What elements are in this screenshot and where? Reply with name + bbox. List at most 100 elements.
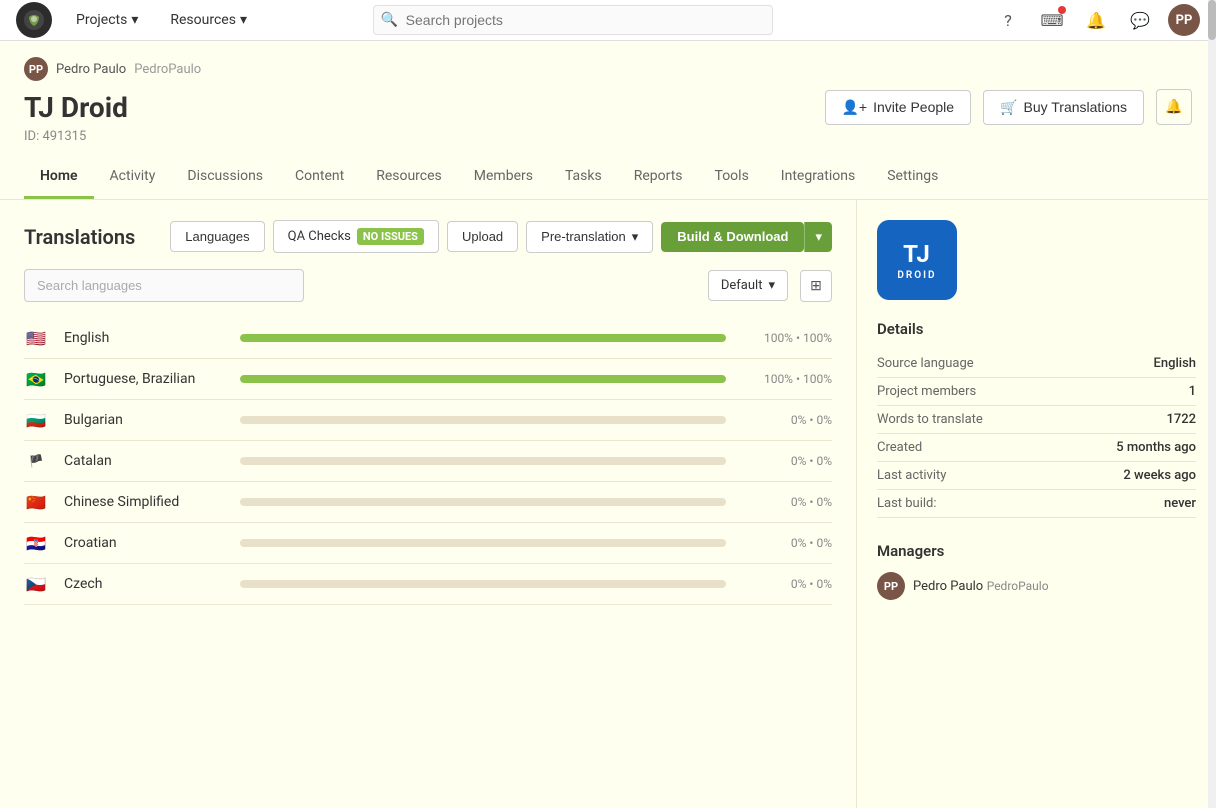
project-title: TJ Droid bbox=[24, 91, 128, 124]
languages-button[interactable]: Languages bbox=[170, 221, 264, 252]
user-name: Pedro Paulo bbox=[56, 62, 126, 77]
language-row-czech: 🇨🇿 Czech 0% • 0% bbox=[24, 564, 832, 605]
invite-label: Invite People bbox=[873, 99, 954, 115]
upload-button[interactable]: Upload bbox=[447, 221, 518, 252]
manager-name: Pedro Paulo bbox=[913, 579, 983, 594]
chat-icon[interactable]: 💬 bbox=[1124, 4, 1156, 36]
bulgarian-progress-bar bbox=[240, 416, 726, 424]
bulgarian-progress-text: 0% • 0% bbox=[742, 413, 832, 427]
source-language-label: Source language bbox=[877, 356, 974, 371]
language-controls: Default ▾ ⊞ bbox=[24, 269, 832, 302]
resources-label: Resources bbox=[170, 12, 236, 28]
sort-dropdown[interactable]: Default ▾ bbox=[708, 270, 788, 301]
last-build-value: never bbox=[1164, 496, 1196, 511]
main-content: Translations Languages QA Checks NO ISSU… bbox=[0, 200, 1216, 808]
top-navigation: Projects ▾ Resources ▾ 🔍 ? ⌨ 🔔 💬 PP bbox=[0, 0, 1216, 41]
detail-project-members: Project members 1 bbox=[877, 378, 1196, 406]
language-row-english: 🇺🇸 English 100% • 100% bbox=[24, 318, 832, 359]
project-header: PP Pedro Paulo PedroPaulo TJ Droid 👤+ In… bbox=[0, 41, 1216, 200]
detail-source-language: Source language English bbox=[877, 350, 1196, 378]
language-list: 🇺🇸 English 100% • 100% 🇧🇷 Portuguese, Br… bbox=[24, 318, 832, 605]
details-section: Details Source language English Project … bbox=[877, 320, 1196, 518]
words-value: 1722 bbox=[1166, 412, 1196, 427]
tab-activity[interactable]: Activity bbox=[94, 156, 172, 199]
managers-section: Managers PP Pedro Paulo PedroPaulo bbox=[877, 542, 1196, 600]
pretranslation-button[interactable]: Pre-translation ▾ bbox=[526, 221, 653, 253]
grid-view-icon: ⊞ bbox=[810, 278, 822, 294]
language-row-chinese-simplified: 🇨🇳 Chinese Simplified 0% • 0% bbox=[24, 482, 832, 523]
invite-people-button[interactable]: 👤+ Invite People bbox=[825, 90, 972, 125]
left-panel: Translations Languages QA Checks NO ISSU… bbox=[0, 200, 856, 808]
scrollbar-thumb[interactable] bbox=[1208, 0, 1216, 40]
manager-avatar: PP bbox=[877, 572, 905, 600]
tab-resources[interactable]: Resources bbox=[360, 156, 458, 199]
language-row-portuguese: 🇧🇷 Portuguese, Brazilian 100% • 100% bbox=[24, 359, 832, 400]
search-languages-input[interactable] bbox=[24, 269, 304, 302]
last-activity-value: 2 weeks ago bbox=[1123, 468, 1196, 483]
build-download-button[interactable]: Build & Download bbox=[661, 222, 804, 252]
user-avatar[interactable]: PP bbox=[1168, 4, 1200, 36]
created-value: 5 months ago bbox=[1116, 440, 1196, 455]
manager-handle: PedroPaulo bbox=[987, 579, 1049, 593]
help-icon[interactable]: ? bbox=[992, 4, 1024, 36]
project-members-value: 1 bbox=[1189, 384, 1196, 399]
project-logo: TJ DROID bbox=[877, 220, 957, 300]
translations-title: Translations bbox=[24, 225, 135, 249]
scrollbar[interactable] bbox=[1208, 0, 1216, 808]
project-title-row: TJ Droid 👤+ Invite People 🛒 Buy Translat… bbox=[24, 89, 1192, 125]
right-panel: TJ DROID Details Source language English… bbox=[856, 200, 1216, 808]
buy-translations-button[interactable]: 🛒 Buy Translations bbox=[983, 90, 1144, 125]
english-flag-icon: 🇺🇸 bbox=[24, 330, 48, 346]
buy-label: Buy Translations bbox=[1024, 99, 1128, 115]
view-toggle-button[interactable]: ⊞ bbox=[800, 270, 832, 302]
czech-progress-text: 0% • 0% bbox=[742, 577, 832, 591]
qa-label: QA Checks bbox=[288, 229, 351, 244]
language-row-catalan: 🏴 Catalan 0% • 0% bbox=[24, 441, 832, 482]
user-handle: PedroPaulo bbox=[134, 62, 201, 77]
chinese-simplified-flag-icon: 🇨🇳 bbox=[24, 494, 48, 510]
managers-title: Managers bbox=[877, 542, 1196, 560]
logo-tj: TJ bbox=[903, 240, 931, 268]
chinese-simplified-progress-bar bbox=[240, 498, 726, 506]
tab-members[interactable]: Members bbox=[458, 156, 549, 199]
pretranslation-chevron-icon: ▾ bbox=[632, 229, 639, 245]
header-bell-icon[interactable]: 🔔 bbox=[1156, 89, 1192, 125]
bell-icon[interactable]: 🔔 bbox=[1080, 4, 1112, 36]
language-row-bulgarian: 🇧🇬 Bulgarian 0% • 0% bbox=[24, 400, 832, 441]
build-download-dropdown[interactable]: ▾ bbox=[804, 222, 832, 252]
czech-flag-icon: 🇨🇿 bbox=[24, 576, 48, 592]
tab-settings[interactable]: Settings bbox=[871, 156, 954, 199]
tab-tools[interactable]: Tools bbox=[699, 156, 765, 199]
catalan-name: Catalan bbox=[64, 453, 224, 469]
portuguese-progress-bar bbox=[240, 375, 726, 383]
croatian-name: Croatian bbox=[64, 535, 224, 551]
tab-home[interactable]: Home bbox=[24, 156, 94, 199]
tab-content[interactable]: Content bbox=[279, 156, 360, 199]
resources-menu[interactable]: Resources ▾ bbox=[162, 8, 255, 32]
source-language-value: English bbox=[1154, 356, 1197, 371]
czech-name: Czech bbox=[64, 576, 224, 592]
search-input[interactable] bbox=[373, 5, 773, 35]
logo-droid: DROID bbox=[897, 270, 936, 281]
sort-chevron-icon: ▾ bbox=[768, 278, 775, 293]
tab-tasks[interactable]: Tasks bbox=[549, 156, 618, 199]
croatian-flag-icon: 🇭🇷 bbox=[24, 535, 48, 551]
project-tabs: Home Activity Discussions Content Resour… bbox=[24, 156, 1192, 199]
qa-checks-button[interactable]: QA Checks NO ISSUES bbox=[273, 220, 439, 253]
build-download-group: Build & Download ▾ bbox=[661, 222, 832, 252]
portuguese-flag-icon: 🇧🇷 bbox=[24, 371, 48, 387]
no-issues-badge: NO ISSUES bbox=[357, 228, 424, 245]
croatian-progress-text: 0% • 0% bbox=[742, 536, 832, 550]
tab-reports[interactable]: Reports bbox=[618, 156, 699, 199]
user-breadcrumb: PP Pedro Paulo PedroPaulo bbox=[24, 57, 1192, 81]
keyboard-icon[interactable]: ⌨ bbox=[1036, 4, 1068, 36]
build-download-chevron-icon: ▾ bbox=[815, 229, 822, 244]
tab-integrations[interactable]: Integrations bbox=[765, 156, 871, 199]
languages-label: Languages bbox=[185, 229, 249, 244]
projects-menu[interactable]: Projects ▾ bbox=[68, 8, 146, 32]
tab-discussions[interactable]: Discussions bbox=[171, 156, 279, 199]
last-activity-label: Last activity bbox=[877, 468, 946, 483]
manager-row: PP Pedro Paulo PedroPaulo bbox=[877, 572, 1196, 600]
app-logo[interactable] bbox=[16, 2, 52, 38]
portuguese-progress-fill bbox=[240, 375, 726, 383]
